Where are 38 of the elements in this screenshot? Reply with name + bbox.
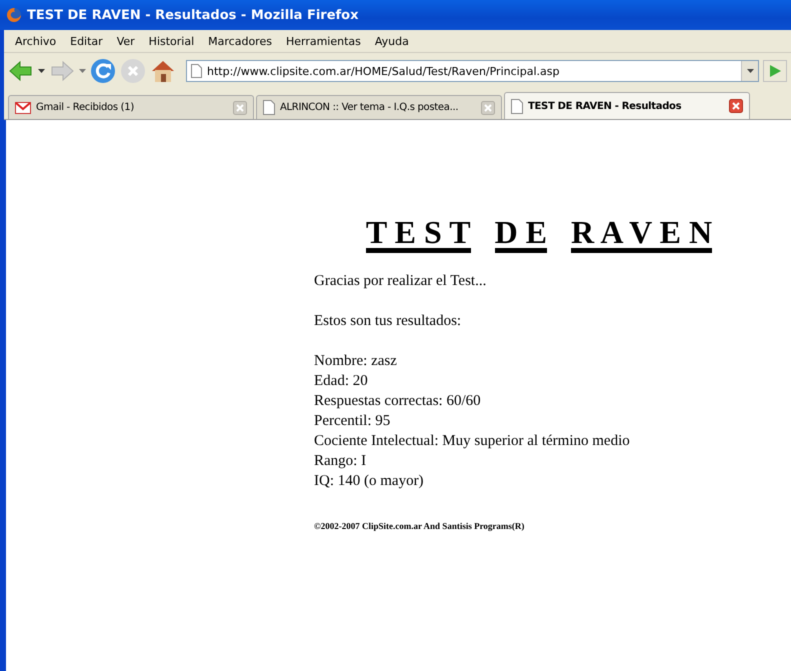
intro-text: Gracias por realizar el Test... bbox=[314, 272, 488, 291]
result-line: Nombre: zasz bbox=[314, 352, 398, 371]
menu-item[interactable]: Ayuda bbox=[370, 32, 414, 50]
result-line: Rango: I bbox=[314, 452, 368, 471]
result-line: Respuestas correctas: 60/60 bbox=[314, 392, 482, 411]
firefox-icon bbox=[6, 7, 22, 23]
page-icon bbox=[263, 100, 275, 115]
dropdown-caret-icon[interactable] bbox=[38, 69, 45, 73]
menu-item[interactable]: Herramientas bbox=[280, 32, 366, 50]
close-tab-icon[interactable] bbox=[729, 99, 743, 113]
menu-item[interactable]: Marcadores bbox=[203, 32, 277, 50]
page-heading-word: T E S T bbox=[366, 216, 471, 253]
window-title: TEST DE RAVEN - Resultados - Mozilla Firefox bbox=[27, 8, 358, 22]
reload-icon[interactable] bbox=[90, 58, 116, 84]
subtitle-text: Estos son tus resultados: bbox=[314, 312, 462, 331]
page-icon bbox=[191, 64, 202, 78]
copyright-text: ©2002-2007 ClipSite.com.ar And Santisis Programs(R) bbox=[314, 521, 526, 531]
result-line: Percentil: 95 bbox=[314, 412, 392, 431]
address-field[interactable]: http://www.clipsite.com.ar/HOME/Salud/Test/Raven/Principal.asp bbox=[186, 60, 759, 82]
play-icon bbox=[769, 65, 781, 77]
menu-item[interactable]: Archivo bbox=[10, 32, 62, 50]
page-heading-word: R A V E N bbox=[571, 216, 712, 253]
menu-item[interactable]: Ver bbox=[112, 32, 140, 50]
browser-tab[interactable]: ALRINCON :: Ver tema - I.Q.s postea... bbox=[256, 95, 502, 119]
menu-item[interactable]: Historial bbox=[144, 32, 200, 50]
home-icon[interactable] bbox=[150, 58, 176, 84]
result-line: Edad: 20 bbox=[314, 372, 369, 391]
browser-tab[interactable]: TEST DE RAVEN - Resultados bbox=[504, 92, 750, 119]
result-line: IQ: 140 (o mayor) bbox=[314, 472, 425, 491]
dropdown-caret-icon[interactable] bbox=[746, 69, 754, 73]
result-line: Cociente Intelectual: Muy superior al término medio bbox=[314, 432, 631, 451]
back-arrow-icon[interactable] bbox=[8, 59, 34, 83]
browser-tab[interactable]: Gmail - Recibidos (1) bbox=[8, 95, 254, 119]
go-button[interactable] bbox=[763, 60, 787, 82]
menu-item[interactable]: Editar bbox=[65, 32, 108, 50]
page-icon bbox=[511, 98, 523, 114]
page-heading-word: D E bbox=[494, 216, 548, 253]
envelope-icon bbox=[15, 102, 31, 114]
